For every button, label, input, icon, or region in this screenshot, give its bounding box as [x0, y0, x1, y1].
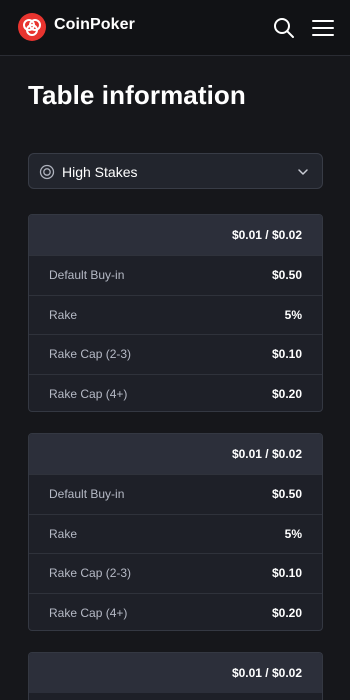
coinpoker-logo-icon[interactable] — [18, 13, 46, 41]
row-value: $0.10 — [271, 347, 302, 361]
row-value: $0.20 — [271, 605, 302, 620]
brand-name[interactable]: CoinPoker — [54, 16, 135, 34]
row-value: $0.50 — [271, 268, 302, 282]
card-header: $0.01 / $0.02 — [29, 215, 322, 255]
row-label: Rake — [49, 307, 78, 322]
table-row: Default Buy-in $0.50 — [29, 474, 322, 514]
stakes-select[interactable]: High Stakes — [28, 153, 323, 189]
stake-level: $0.01 / $0.02 — [231, 447, 302, 461]
search-icon[interactable] — [272, 16, 296, 40]
table-row: Rake Cap (4+) $0.20 — [29, 373, 322, 412]
hamburger-menu-icon[interactable] — [311, 16, 335, 40]
row-label: Rake Cap (2-3) — [49, 566, 132, 580]
stake-level: $0.01 / $0.02 — [231, 666, 302, 680]
row-value: 5% — [284, 526, 302, 541]
chevron-down-icon — [298, 169, 308, 175]
table-row: Rake 5% — [29, 294, 322, 335]
top-header: CoinPoker — [0, 0, 350, 56]
row-label: Rake Cap (2-3) — [49, 347, 132, 361]
row-value: $0.20 — [271, 386, 302, 401]
row-label: Default Buy-in — [49, 487, 125, 501]
row-value: $0.10 — [271, 566, 302, 580]
row-value: 5% — [284, 307, 302, 322]
row-label: Rake — [49, 526, 78, 541]
card-header: $0.01 / $0.02 — [29, 434, 322, 474]
stakes-card: $0.01 / $0.02 Default Buy-in $0.50 Rake … — [28, 433, 323, 631]
stake-level: $0.01 / $0.02 — [231, 228, 302, 242]
table-row: Rake Cap (2-3) $0.10 — [29, 334, 322, 374]
stakes-card: $0.01 / $0.02 — [28, 652, 323, 700]
row-label: Rake Cap (4+) — [49, 605, 128, 620]
card-header: $0.01 / $0.02 — [29, 653, 322, 693]
row-label: Default Buy-in — [49, 268, 125, 282]
table-row: Rake Cap (4+) $0.20 — [29, 592, 322, 631]
page-title: Table information — [28, 80, 246, 110]
table-row: Default Buy-in $0.50 — [29, 255, 322, 295]
chip-icon — [39, 164, 55, 180]
stakes-select-value: High Stakes — [62, 164, 138, 180]
table-row: Rake 5% — [29, 513, 322, 554]
row-label: Rake Cap (4+) — [49, 386, 128, 401]
row-value: $0.50 — [271, 487, 302, 501]
table-row: Rake Cap (2-3) $0.10 — [29, 553, 322, 593]
stakes-card: $0.01 / $0.02 Default Buy-in $0.50 Rake … — [28, 214, 323, 412]
